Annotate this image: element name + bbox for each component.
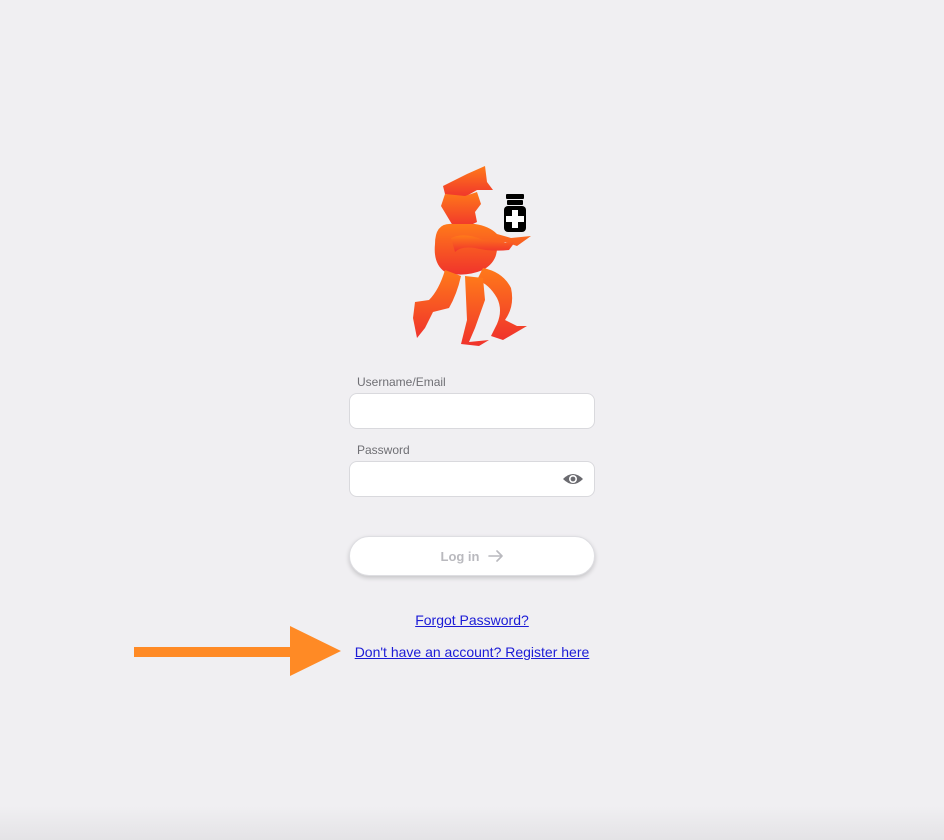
bottom-shade xyxy=(0,806,944,840)
username-field-wrapper xyxy=(349,393,595,429)
arrow-right-icon xyxy=(487,550,504,562)
password-field-wrapper xyxy=(349,461,595,497)
annotation-arrow xyxy=(133,625,343,677)
password-label: Password xyxy=(357,443,410,457)
password-block: Password xyxy=(349,443,595,497)
login-button-label: Log in xyxy=(440,548,480,564)
username-label: Username/Email xyxy=(357,375,446,389)
orange-arrow-annotation-icon xyxy=(134,626,341,676)
username-input[interactable] xyxy=(350,394,594,428)
username-block: Username/Email xyxy=(349,375,595,429)
password-visibility-toggle[interactable] xyxy=(560,468,586,490)
password-input[interactable] xyxy=(350,462,594,496)
login-form: Username/Email Password Log in Forgot Pa xyxy=(349,375,595,660)
running-pharmacist-logo-icon xyxy=(413,166,531,346)
eye-icon xyxy=(563,474,583,484)
login-button[interactable]: Log in xyxy=(349,536,595,576)
logo xyxy=(405,160,540,350)
forgot-password-link[interactable]: Forgot Password? xyxy=(349,611,595,629)
register-link[interactable]: Don't have an account? Register here xyxy=(349,643,595,661)
